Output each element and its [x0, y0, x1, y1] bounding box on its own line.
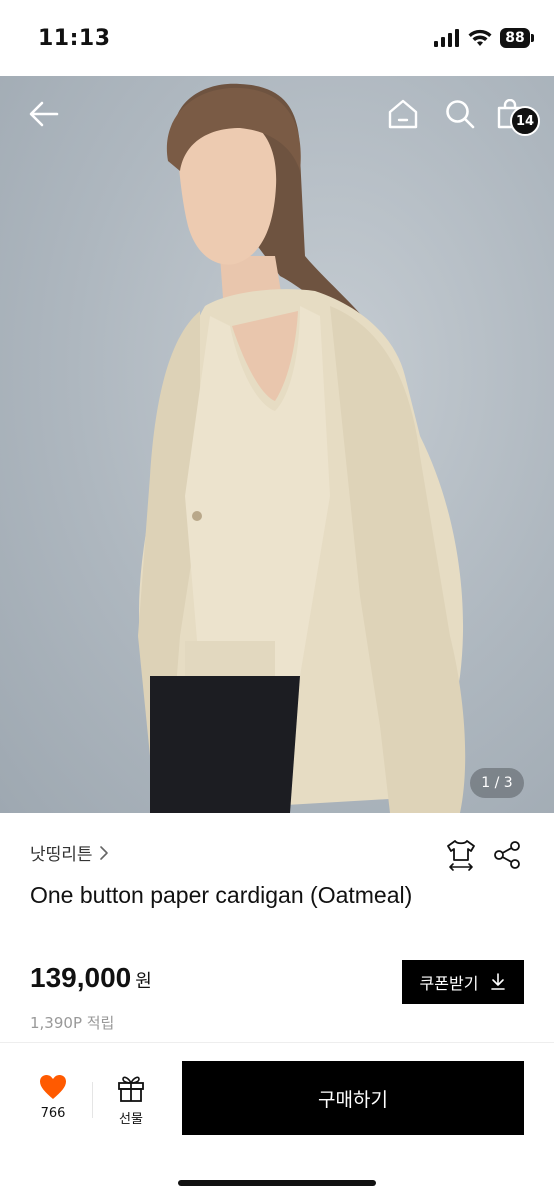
tshirt-size-icon [447, 840, 475, 871]
search-icon [446, 100, 475, 129]
signal-icon [434, 29, 459, 47]
coupon-download-button[interactable]: 쿠폰받기 [402, 960, 524, 1004]
coupon-label: 쿠폰받기 [419, 974, 479, 993]
share-icon [494, 841, 520, 869]
image-header [0, 76, 554, 152]
buy-button[interactable]: 구매하기 [182, 1061, 524, 1135]
price-currency: 원 [135, 971, 152, 992]
wifi-icon [468, 29, 492, 46]
brand-name: 낫띵리튼 [30, 845, 93, 865]
gift-label: 선물 [119, 1112, 143, 1127]
cart-count-badge: 14 [510, 106, 540, 136]
reward-points: 1,390P 적립 [30, 1014, 115, 1032]
image-page-indicator: 1 / 3 [470, 768, 524, 798]
status-bar: 11:13 88 [0, 0, 554, 76]
brand-link[interactable]: 낫띵리튼 [30, 840, 111, 865]
status-time: 11:13 [38, 26, 111, 51]
battery-level: 88 [500, 28, 530, 48]
product-photo [138, 83, 466, 813]
battery-icon: 88 [500, 28, 534, 48]
back-arrow-icon [29, 101, 59, 127]
status-icons: 88 [434, 28, 534, 48]
size-guide-button[interactable] [444, 838, 478, 872]
search-button[interactable] [440, 94, 480, 134]
gift-icon [118, 1076, 144, 1102]
chevron-right-icon [99, 845, 108, 860]
battery-tip [531, 34, 534, 42]
heart-icon [40, 1075, 66, 1099]
home-icon [388, 99, 418, 129]
like-count: 766 [40, 1106, 66, 1121]
gift-button[interactable]: 선물 [110, 1074, 152, 1127]
product-title: One button paper cardigan (Oatmeal) [30, 882, 413, 908]
price-value: 139,000 [30, 962, 132, 993]
back-button[interactable] [24, 94, 64, 134]
home-indicator [178, 1180, 376, 1186]
share-button[interactable] [490, 838, 524, 872]
like-button[interactable]: 766 [32, 1074, 74, 1121]
product-image[interactable] [0, 76, 554, 813]
bottom-divider [92, 1082, 93, 1118]
home-button[interactable] [383, 94, 423, 134]
product-price: 139,000 원 [30, 962, 152, 994]
download-icon [491, 973, 506, 990]
